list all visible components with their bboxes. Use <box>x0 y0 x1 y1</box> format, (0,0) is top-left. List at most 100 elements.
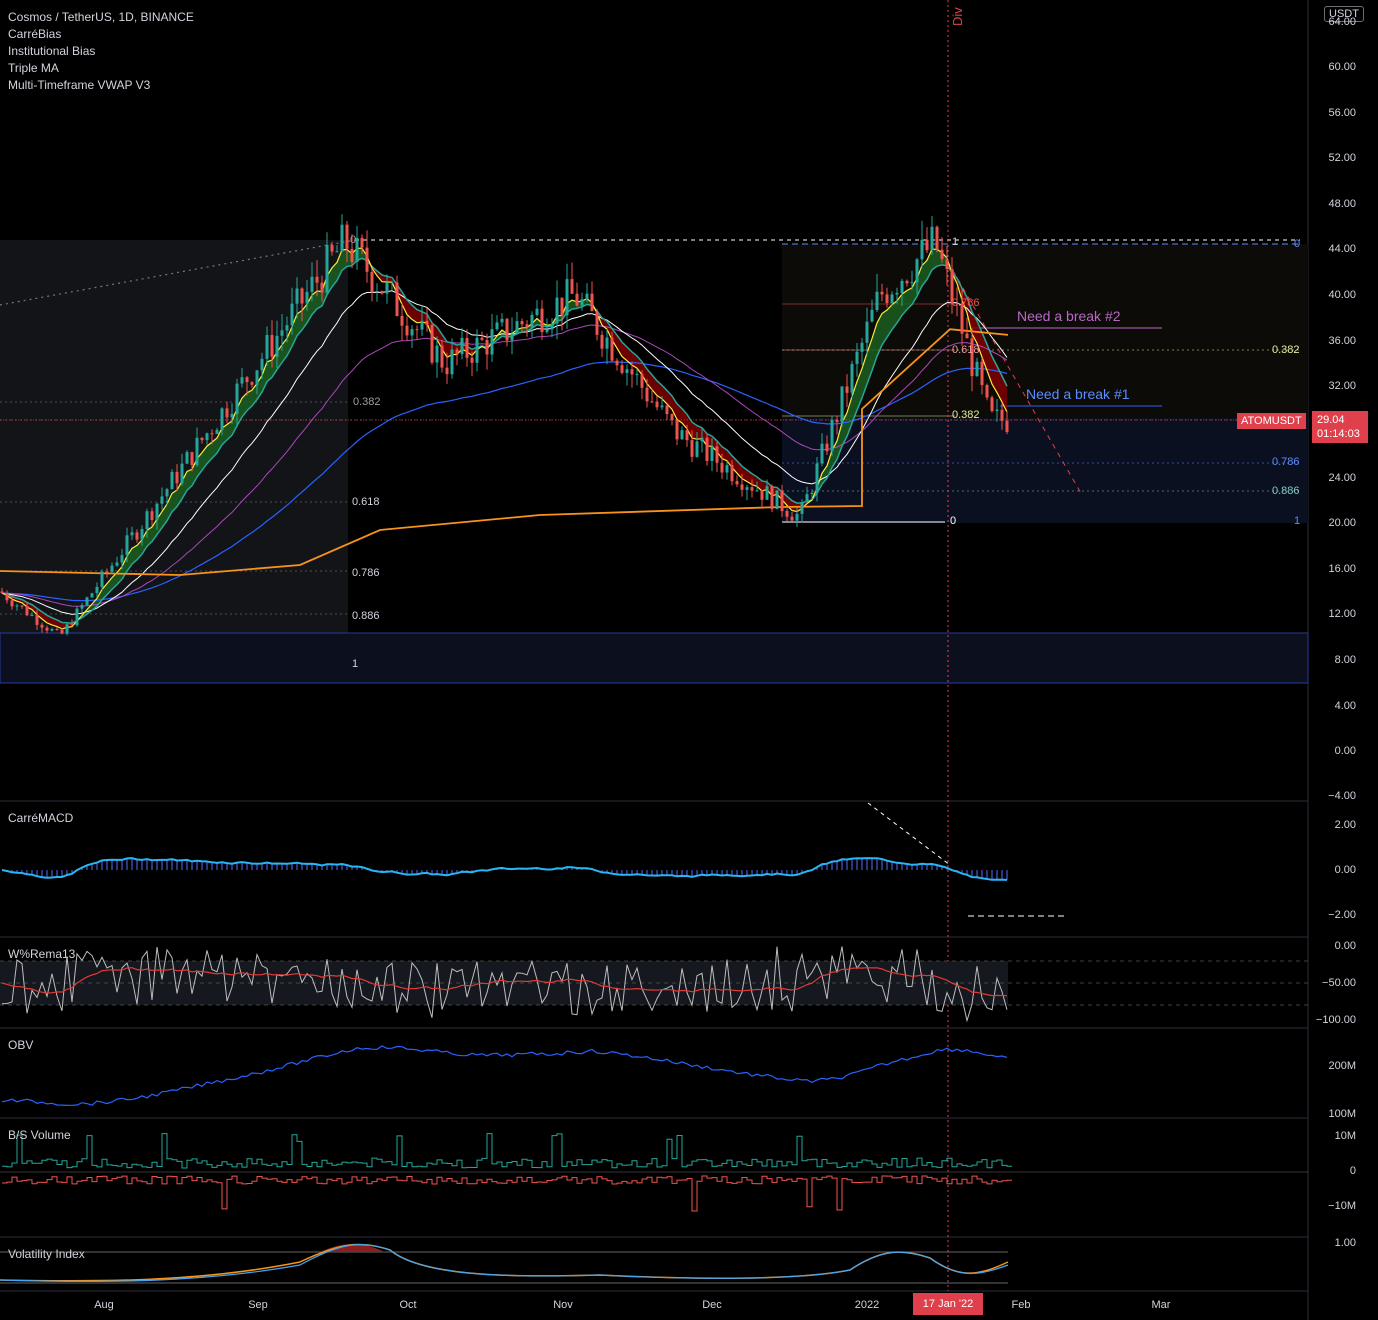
candle-body <box>865 321 869 343</box>
candle-body <box>55 629 59 631</box>
candle-body <box>695 441 699 457</box>
candle-body <box>870 309 874 322</box>
candle-body <box>630 369 634 375</box>
candle-body <box>160 496 164 504</box>
candle-body <box>1005 420 1009 432</box>
candle-body <box>260 358 264 371</box>
price-label: 40.00 <box>1328 289 1356 301</box>
candle-body <box>485 339 489 355</box>
candle-body <box>345 224 349 249</box>
candle-body <box>715 446 719 463</box>
candle-body <box>645 387 649 402</box>
candle-body <box>770 486 774 510</box>
candle-body <box>195 437 199 465</box>
candle-body <box>730 465 734 482</box>
candle-body <box>795 513 799 521</box>
candle-body <box>415 329 419 331</box>
candle-body <box>155 503 159 520</box>
candle-body <box>325 245 329 293</box>
indicator-triple-ma[interactable]: Triple MA <box>8 60 194 77</box>
candle-body <box>360 237 364 248</box>
candle-body <box>615 360 619 366</box>
candle-body <box>560 297 564 316</box>
candle-body <box>705 437 709 461</box>
candle-body <box>745 487 749 490</box>
candle-body <box>985 385 989 398</box>
candle-body <box>605 337 609 349</box>
candle-body <box>440 345 444 368</box>
candle-body <box>430 325 434 363</box>
candle-body <box>535 308 539 315</box>
price-label: 36.00 <box>1328 335 1356 347</box>
candle-body <box>45 627 49 631</box>
candle-body <box>685 430 689 441</box>
candle-body <box>140 529 144 540</box>
candle-body <box>435 345 439 363</box>
candle-body <box>200 437 204 441</box>
candle-body <box>395 282 399 316</box>
candle-body <box>265 335 269 359</box>
current-price-box: 29.04 01:14:03 <box>1312 411 1368 443</box>
candle-body <box>0 591 4 594</box>
indicator-carrebias[interactable]: CarréBias <box>8 26 194 43</box>
indicator-institutional-bias[interactable]: Institutional Bias <box>8 43 194 60</box>
candle-body <box>860 342 864 352</box>
candle-body <box>65 624 69 634</box>
candle-body <box>245 377 249 383</box>
indicator-vwap[interactable]: Multi-Timeframe VWAP V3 <box>8 77 194 94</box>
candle-body <box>665 405 669 415</box>
fib-left-label: 1 <box>352 658 359 670</box>
time-label: Nov <box>553 1299 573 1311</box>
candle-body <box>895 292 899 295</box>
candle-body <box>735 481 739 485</box>
fib-left-label: 0.382 <box>353 396 381 408</box>
price-label: 12.00 <box>1328 608 1356 620</box>
volatility-pane-title[interactable]: Volatility Index <box>8 1247 85 1261</box>
candle-body <box>520 321 524 325</box>
candle-body <box>1000 409 1004 421</box>
candle-body <box>785 511 789 517</box>
candle-body <box>595 311 599 335</box>
macd-pane-title[interactable]: CarréMACD <box>8 811 73 825</box>
candle-body <box>620 365 624 373</box>
time-label: Oct <box>399 1299 417 1311</box>
candle-body <box>815 463 819 493</box>
candle-body <box>655 401 659 408</box>
fib-inner-label: 1 <box>952 236 959 248</box>
candle-body <box>965 333 969 339</box>
price-label: 24.00 <box>1328 472 1356 484</box>
candle-body <box>100 571 104 587</box>
demand-zone <box>0 632 1309 684</box>
annotation-need-break-1[interactable]: Need a break #1 <box>1026 386 1130 402</box>
candle-body <box>590 293 594 312</box>
candle-body <box>180 463 184 484</box>
candle-body <box>755 490 759 492</box>
candle-body <box>820 443 824 464</box>
fib-left-label: 0.786 <box>352 567 380 579</box>
vol-scale-label: 1.00 <box>1334 1237 1356 1249</box>
candle-body <box>210 433 214 435</box>
candle-body <box>225 408 229 418</box>
candle-body <box>240 377 244 384</box>
candle-body <box>885 294 889 303</box>
candle-body <box>135 532 139 540</box>
candle-body <box>90 593 94 598</box>
candle-body <box>545 329 549 333</box>
chart-canvas[interactable] <box>0 0 1378 1320</box>
bsvol-pane-title[interactable]: B/S Volume <box>8 1128 71 1142</box>
current-price: 29.04 <box>1317 414 1345 426</box>
fib-left-label: 0.886 <box>352 610 380 622</box>
candle-body <box>290 303 294 326</box>
candle-body <box>95 586 99 594</box>
candle-body <box>905 280 909 284</box>
ticker-tag: ATOMUSDT <box>1237 413 1306 429</box>
candle-body <box>425 320 429 325</box>
wr-pane-title[interactable]: W%Rema13 <box>8 947 75 961</box>
candle-body <box>575 293 579 306</box>
candle-body <box>830 419 834 452</box>
candle-body <box>900 280 904 293</box>
obv-pane-title[interactable]: OBV <box>8 1038 33 1052</box>
macd-scale-label: −2.00 <box>1328 909 1356 921</box>
candle-body <box>495 322 499 330</box>
annotation-need-break-2[interactable]: Need a break #2 <box>1017 308 1121 324</box>
